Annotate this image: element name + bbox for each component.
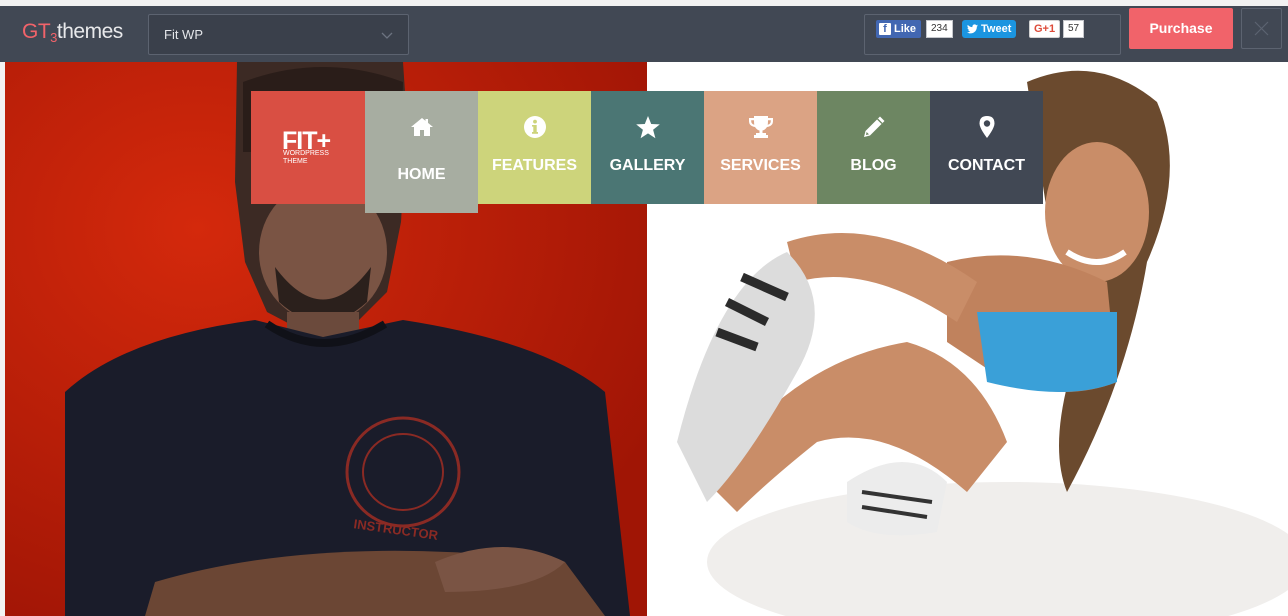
info-circle-icon [478,115,591,139]
map-marker-icon [930,115,1043,139]
pencil-icon [817,115,930,139]
demo-topbar: GT3themes Fit WP [0,0,1288,62]
facebook-like-count: 234 [926,20,953,38]
home-icon [365,117,478,141]
gt3themes-logo[interactable]: GT3themes [22,20,123,45]
menu-item-blog[interactable]: BLOG [817,91,930,204]
star-icon [591,115,704,139]
fit-plus-logo[interactable]: FIT+ WORDPRESS THEME [251,91,365,204]
facebook-like-button[interactable]: f Like [876,20,922,38]
menu-item-contact[interactable]: CONTACT [930,91,1043,204]
chevron-down-icon [381,32,393,39]
google-plus-button[interactable]: G+1 [1029,20,1061,38]
menu-item-features[interactable]: FEATURES [478,91,591,204]
main-menu: FIT+ WORDPRESS THEME HOME FEATURES GALLER… [251,91,1043,213]
theme-select-value: Fit WP [164,27,203,42]
tweet-button[interactable]: Tweet [962,20,1017,38]
google-plus-count: 57 [1063,20,1085,38]
menu-item-services[interactable]: SERVICES [704,91,817,204]
purchase-button[interactable]: Purchase [1129,8,1233,49]
facebook-icon: f [879,23,891,35]
theme-select[interactable]: Fit WP [148,14,409,55]
menu-item-home[interactable]: HOME [365,91,478,213]
twitter-icon [967,24,978,34]
close-button[interactable] [1241,8,1282,49]
close-icon [1254,21,1269,36]
menu-item-gallery[interactable]: GALLERY [591,91,704,204]
trophy-icon [704,115,817,139]
